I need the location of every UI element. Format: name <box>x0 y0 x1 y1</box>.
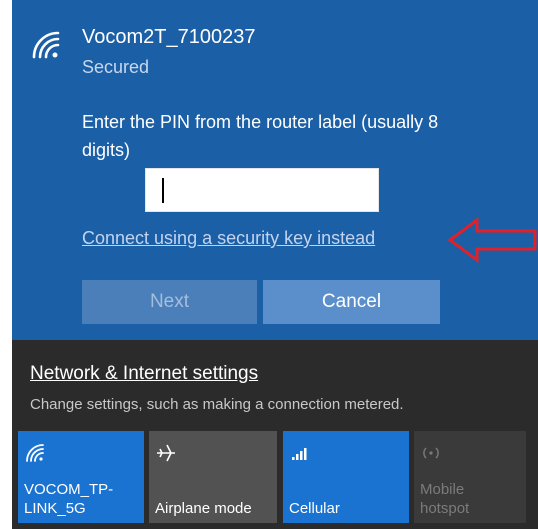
tile-airplane-label: Airplane mode <box>155 500 252 517</box>
network-settings-description: Change settings, such as making a connec… <box>30 396 404 413</box>
airplane-icon <box>157 444 175 462</box>
wifi-icon <box>26 444 44 462</box>
tile-cellular-label: Cellular <box>289 500 340 517</box>
next-button[interactable]: Next <box>82 280 257 324</box>
tile-wifi-label: VOCOM_TP-LINK_5G <box>24 481 114 517</box>
tile-wifi[interactable]: VOCOM_TP-LINK_5G <box>18 431 144 523</box>
red-arrow-annotation <box>447 217 537 263</box>
tile-cellular[interactable]: Cellular <box>283 431 409 523</box>
pin-prompt: Enter the PIN from the router label (usu… <box>82 112 439 160</box>
wifi-icon <box>32 31 60 59</box>
network-name: Vocom2T_7100237 <box>82 26 256 48</box>
text-caret <box>162 178 164 203</box>
network-settings-link[interactable]: Network & Internet settings <box>30 363 258 385</box>
network-status: Secured <box>82 57 150 77</box>
cellular-icon <box>292 448 307 460</box>
hotspot-icon <box>423 447 439 459</box>
pin-input[interactable] <box>145 168 379 212</box>
security-key-link[interactable]: Connect using a security key instead <box>82 228 375 249</box>
cancel-button[interactable]: Cancel <box>263 280 440 324</box>
tile-mobile-hotspot[interactable]: Mobile hotspot <box>414 431 526 523</box>
tile-airplane-mode[interactable]: Airplane mode <box>149 431 277 523</box>
tile-hotspot-label: Mobile hotspot <box>420 481 470 517</box>
